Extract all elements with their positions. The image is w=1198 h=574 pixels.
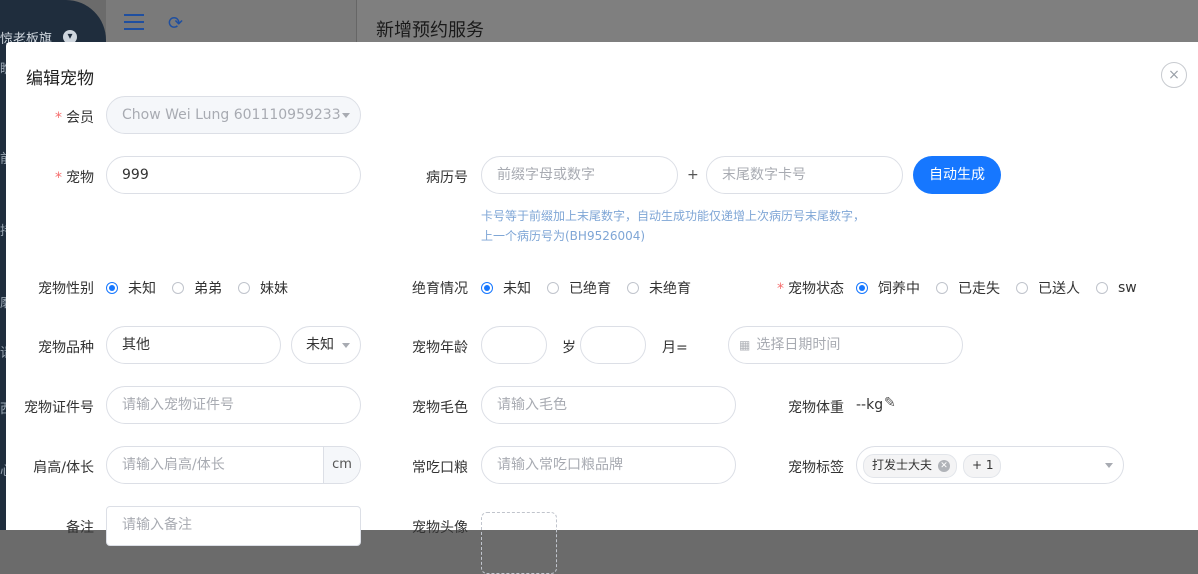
edit-pet-modal: 编辑宠物 × * 会员 Chow Wei Lung 601110959233 * 宠… xyxy=(6,42,1198,574)
weight-value: --kg xyxy=(856,397,884,413)
age-years-input[interactable] xyxy=(481,326,547,364)
status-radio-group: 饲养中 已走失 已送人 sw xyxy=(856,278,1153,298)
birth-date-picker[interactable]: ▦ 选择日期时间 xyxy=(728,326,963,364)
food-label: 常吃口粮 xyxy=(412,460,468,476)
record-prefix-input[interactable]: 前缀字母或数字 xyxy=(481,156,678,194)
gender-label: 宠物性别 xyxy=(38,281,94,297)
breed-sub-select[interactable]: 未知 xyxy=(291,326,361,364)
caret-down-icon xyxy=(1105,463,1113,468)
remark-label: 备注 xyxy=(66,520,94,536)
height-unit: cm xyxy=(323,447,360,483)
edit-icon[interactable]: ✎ xyxy=(884,395,896,411)
member-label: * 会员 xyxy=(55,110,94,126)
color-label: 宠物毛色 xyxy=(412,400,468,416)
caret-down-icon xyxy=(342,343,350,348)
age-months-input[interactable] xyxy=(580,326,646,364)
pet-name-input[interactable]: 999 xyxy=(106,156,361,194)
cert-input[interactable]: 请输入宠物证件号 xyxy=(106,386,361,424)
color-input[interactable]: 请输入毛色 xyxy=(481,386,736,424)
tag-more-count[interactable]: + 1 xyxy=(963,454,1001,478)
record-hint: 卡号等于前缀加上末尾数字，自动生成功能仅递增上次病历号末尾数字， xyxy=(481,209,866,223)
age-year-unit: 岁 xyxy=(562,340,576,356)
close-icon[interactable]: × xyxy=(1161,62,1187,88)
member-select[interactable]: Chow Wei Lung 601110959233 xyxy=(106,96,361,134)
plus-sign: + xyxy=(687,167,699,183)
record-last-number: 上一个病历号为(BH9526004) xyxy=(481,229,646,243)
avatar-label: 宠物头像 xyxy=(412,520,468,536)
gender-option-unknown[interactable]: 未知 xyxy=(106,278,156,298)
height-label: 肩高/体长 xyxy=(33,460,94,476)
cert-label: 宠物证件号 xyxy=(24,400,94,416)
height-input[interactable]: 请输入肩高/体长 cm xyxy=(106,446,361,484)
gender-radio-group: 未知 弟弟 妹妹 xyxy=(106,278,304,298)
record-label: 病历号 xyxy=(426,170,468,186)
neuter-option-not-neutered[interactable]: 未绝育 xyxy=(627,278,691,298)
auto-generate-button[interactable]: 自动生成 xyxy=(913,156,1001,194)
tag-chip: 打发士大夫 ✕ xyxy=(863,454,958,478)
neuter-option-unknown[interactable]: 未知 xyxy=(481,278,531,298)
calendar-icon: ▦ xyxy=(739,338,751,352)
tags-select[interactable]: 打发士大夫 ✕ + 1 xyxy=(856,446,1124,484)
age-month-unit: 月= xyxy=(662,340,688,356)
menu-icon[interactable] xyxy=(124,14,144,35)
neuter-label: 绝育情况 xyxy=(412,281,468,297)
breed-label: 宠物品种 xyxy=(38,340,94,356)
background-drawer-title: 新增预约服务 xyxy=(376,20,484,41)
gender-option-female[interactable]: 妹妹 xyxy=(238,278,288,298)
status-option-keeping[interactable]: 饲养中 xyxy=(856,278,920,298)
pet-label: * 宠物 xyxy=(55,170,94,186)
neuter-option-neutered[interactable]: 已绝育 xyxy=(547,278,611,298)
modal-title: 编辑宠物 xyxy=(26,69,94,89)
tags-label: 宠物标签 xyxy=(788,460,844,476)
food-input[interactable]: 请输入常吃口粮品牌 xyxy=(481,446,736,484)
status-option-lost[interactable]: 已走失 xyxy=(936,278,1000,298)
avatar-upload[interactable] xyxy=(481,512,557,574)
weight-label: 宠物体重 xyxy=(788,400,844,416)
refresh-icon[interactable]: ⟳ xyxy=(168,13,183,34)
gender-option-male[interactable]: 弟弟 xyxy=(172,278,222,298)
record-suffix-input[interactable]: 末尾数字卡号 xyxy=(706,156,903,194)
status-option-sw[interactable]: sw xyxy=(1096,278,1137,298)
neuter-radio-group: 未知 已绝育 未绝育 xyxy=(481,278,707,298)
remark-textarea[interactable]: 请输入备注 xyxy=(106,506,361,546)
breed-input[interactable]: 其他 xyxy=(106,326,281,364)
age-label: 宠物年龄 xyxy=(412,340,468,356)
status-label: * 宠物状态 xyxy=(777,281,844,297)
caret-down-icon xyxy=(342,113,350,118)
close-icon[interactable]: ✕ xyxy=(938,459,951,472)
status-option-given-away[interactable]: 已送人 xyxy=(1016,278,1080,298)
